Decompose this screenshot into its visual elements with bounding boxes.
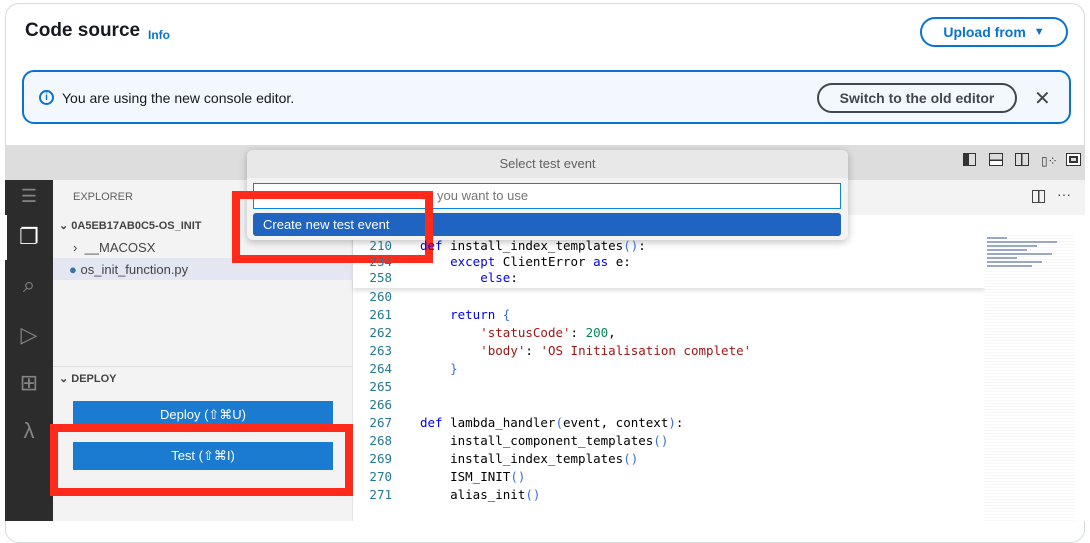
upload-from-label: Upload from	[943, 24, 1026, 40]
caret-down-icon: ▼	[1033, 26, 1045, 38]
toggle-secondary-sidebar-icon[interactable]	[1015, 153, 1029, 166]
menu-icon[interactable]: ☰	[5, 186, 53, 207]
code-line: 'body': 'OS Initialisation complete'	[480, 343, 752, 358]
line-number: 260	[369, 289, 392, 304]
code-line: def install_index_templates():	[420, 238, 646, 253]
folder-name: 0A5EB17AB0C5-OS_INIT	[71, 220, 202, 232]
line-number: 262	[369, 325, 392, 340]
run-debug-icon[interactable]: ▷	[5, 322, 53, 348]
line-number: 270	[369, 469, 392, 484]
line-number: 258	[369, 270, 392, 285]
file-label: os_init_function.py	[80, 262, 189, 277]
file-item-os-init[interactable]: ● os_init_function.py	[69, 262, 188, 277]
banner-message: You are using the new console editor.	[62, 90, 295, 106]
line-number: 234	[369, 254, 392, 269]
page-title: Code source	[25, 20, 141, 41]
search-icon[interactable]: ⌕	[5, 272, 53, 298]
folder-label: __MACOSX	[84, 240, 156, 255]
minimap[interactable]	[985, 233, 1075, 521]
explorer-files-icon[interactable]: ❐	[5, 224, 53, 250]
explorer-heading: EXPLORER	[73, 191, 133, 203]
code-line: install_index_templates()	[420, 451, 639, 466]
toggle-panel-icon[interactable]	[989, 153, 1003, 166]
line-number: 271	[369, 487, 392, 502]
line-number: 261	[369, 307, 392, 322]
code-line: ISM_INIT()	[420, 469, 526, 484]
split-editor-icon[interactable]	[1032, 190, 1045, 203]
python-icon: ●	[69, 262, 77, 277]
code-line: except ClientError as e:	[450, 254, 631, 269]
line-number: 268	[369, 433, 392, 448]
highlight-box-test-button	[50, 424, 353, 496]
info-link[interactable]: Info	[148, 28, 170, 42]
code-line: return {	[450, 307, 511, 322]
code-line: else:	[480, 270, 518, 285]
folder-item-macosx[interactable]: › __MACOSX	[73, 240, 155, 255]
code-line: install_component_templates()	[420, 433, 669, 448]
info-icon: i	[39, 90, 54, 105]
lambda-icon[interactable]: λ	[5, 418, 53, 444]
fullscreen-icon[interactable]	[1066, 153, 1081, 166]
line-number: 210	[369, 238, 392, 253]
deploy-section-label: DEPLOY	[71, 373, 117, 385]
extensions-icon[interactable]: ⊞	[5, 370, 53, 396]
upload-from-button[interactable]: Upload from ▼	[920, 17, 1068, 47]
line-number: 267	[369, 415, 392, 430]
switch-old-editor-button[interactable]: Switch to the old editor	[817, 83, 1017, 113]
toggle-sidebar-icon[interactable]	[963, 153, 976, 166]
customize-layout-icon[interactable]: ▯⁘	[1041, 154, 1058, 168]
folder-root[interactable]: ⌄ 0A5EB17AB0C5-OS_INIT	[59, 219, 202, 232]
line-number: 265	[369, 379, 392, 394]
close-icon[interactable]: ✕	[1034, 86, 1051, 111]
line-number: 269	[369, 451, 392, 466]
line-number: 263	[369, 343, 392, 358]
dialog-title: Select test event	[247, 150, 848, 178]
code-line: def lambda_handler(event, context):	[420, 415, 684, 430]
code-line: 'statusCode': 200,	[480, 325, 616, 340]
code-line: alias_init()	[420, 487, 541, 502]
code-line: }	[450, 361, 458, 376]
deploy-section-header[interactable]: ⌄ DEPLOY	[59, 372, 117, 385]
more-actions-icon[interactable]: ···	[1057, 186, 1071, 202]
line-number: 264	[369, 361, 392, 376]
highlight-box-create-event	[232, 191, 433, 263]
divider	[53, 366, 353, 367]
line-number: 266	[369, 397, 392, 412]
